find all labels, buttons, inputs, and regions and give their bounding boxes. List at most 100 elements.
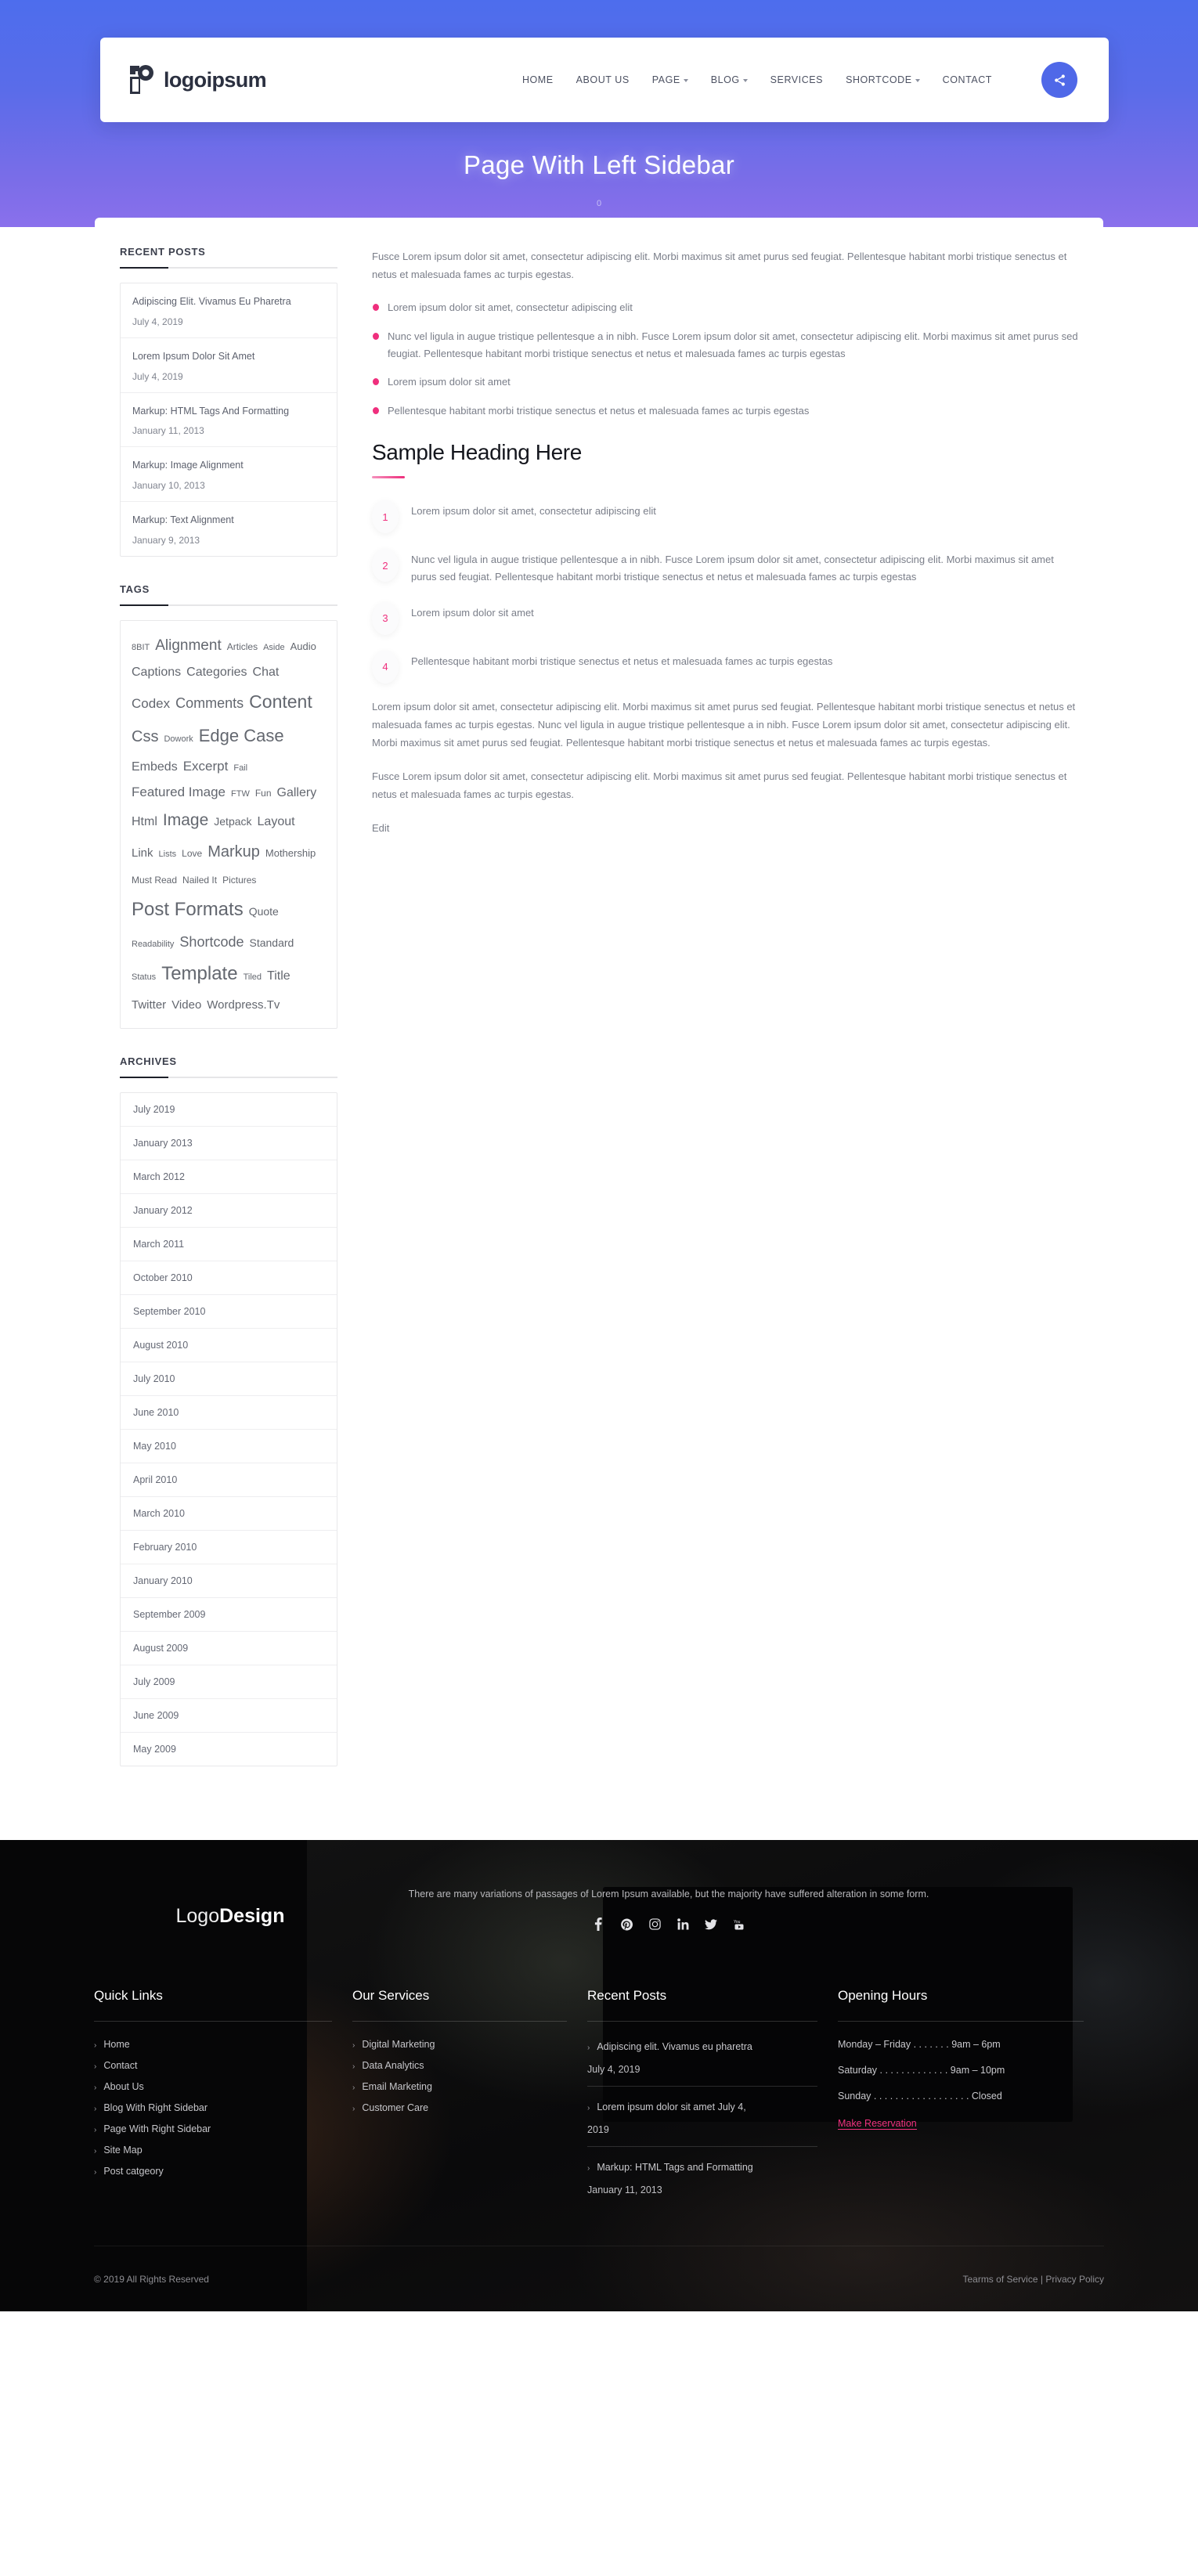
tag-link[interactable]: Lists [159,846,177,863]
list-item[interactable]: June 2009 [121,1699,337,1734]
footer-link[interactable]: › Contact [94,2060,332,2071]
tag-link[interactable]: Template [161,956,237,993]
list-item[interactable]: January 2010 [121,1564,337,1599]
list-item[interactable]: Markup: Image Alignment January 10, 2013 [121,447,337,502]
tag-link[interactable]: Standard [249,933,294,954]
footer-post-title-row[interactable]: › Markup: HTML Tags and Formatting [587,2159,817,2175]
list-item[interactable]: July 2019 [121,1093,337,1127]
footer-link[interactable]: › Home [94,2039,332,2050]
list-item[interactable]: January 2012 [121,1194,337,1228]
footer-link[interactable]: › About Us [94,2081,332,2092]
footer-link[interactable]: › Site Map [94,2145,332,2156]
tag-link[interactable]: Jetpack [214,811,251,832]
list-item[interactable]: February 2010 [121,1531,337,1565]
tag-link[interactable]: 8BIT [132,640,150,656]
tag-link[interactable]: Tiled [244,969,262,986]
share-button[interactable] [1041,62,1077,98]
list-item[interactable]: October 2010 [121,1261,337,1296]
list-item[interactable]: March 2010 [121,1497,337,1532]
tag-link[interactable]: Edge Case [199,720,284,753]
list-item[interactable]: August 2010 [121,1329,337,1363]
tag-link[interactable]: Title [267,964,290,988]
footer-post-title-row[interactable]: › Lorem ipsum dolor sit amet July 4, [587,2099,817,2115]
list-item[interactable]: June 2010 [121,1396,337,1431]
tag-link[interactable]: Love [182,845,202,863]
footer-link[interactable]: › Page With Right Sidebar [94,2123,332,2134]
nav-item-page[interactable]: PAGE [652,74,688,85]
tag-link[interactable]: Comments [175,690,244,717]
twitter-icon[interactable] [705,1917,718,1932]
brand-logo[interactable]: logoipsum [128,64,267,96]
nav-item-contact[interactable]: CONTACT [943,74,992,85]
youtube-icon[interactable]: You [733,1917,746,1932]
nav-item-about-us[interactable]: ABOUT US [576,74,630,85]
list-item[interactable]: Adipiscing Elit. Vivamus Eu Pharetra Jul… [121,283,337,338]
tag-link[interactable]: Aside [263,640,285,656]
tag-link[interactable]: Html [132,810,157,834]
list-item[interactable]: March 2012 [121,1160,337,1195]
nav-item-services[interactable]: SERVICES [770,74,823,85]
tag-link[interactable]: Image [163,805,208,837]
tag-link[interactable]: Readability [132,936,174,953]
list-item[interactable]: Lorem Ipsum Dolor Sit Amet July 4, 2019 [121,338,337,393]
tag-link[interactable]: Twitter [132,994,166,1016]
list-item[interactable]: April 2010 [121,1463,337,1498]
tag-link[interactable]: Codex [132,691,170,716]
tag-link[interactable]: Captions [132,660,181,684]
tag-link[interactable]: Css [132,722,158,752]
tag-link[interactable]: Nailed It [182,871,217,889]
tag-link[interactable]: Categories [186,660,247,684]
linkedin-icon[interactable] [677,1917,690,1932]
list-item[interactable]: March 2011 [121,1228,337,1262]
tag-link[interactable]: Articles [227,638,258,656]
terms-of-service-link[interactable]: Tearms of Service [962,2274,1037,2285]
nav-item-blog[interactable]: BLOG [711,74,748,85]
tag-link[interactable]: Fun [255,785,272,803]
instagram-icon[interactable] [648,1917,662,1932]
tag-link[interactable]: Markup [207,837,260,868]
list-item[interactable]: Markup: HTML Tags And Formatting January… [121,393,337,448]
tag-link[interactable]: Status [132,969,156,986]
tag-link[interactable]: Embeds [132,755,178,779]
list-item[interactable]: July 2009 [121,1665,337,1700]
tag-link[interactable]: Layout [258,810,295,834]
list-item[interactable]: September 2010 [121,1295,337,1329]
nav-item-shortcode[interactable]: SHORTCODE [846,74,920,85]
tag-link[interactable]: Must Read [132,871,177,889]
footer-link[interactable]: › Data Analytics [352,2060,567,2071]
tag-link[interactable]: Video [171,994,201,1016]
tag-link[interactable]: Fail [233,760,247,777]
list-item[interactable]: January 2013 [121,1127,337,1161]
tag-link[interactable]: Wordpress.Tv [207,994,280,1016]
list-item[interactable]: July 2010 [121,1362,337,1397]
pinterest-icon[interactable] [620,1917,633,1932]
footer-link[interactable]: › Email Marketing [352,2081,567,2092]
tag-link[interactable]: Audio [290,637,316,656]
facebook-icon[interactable] [592,1917,605,1932]
list-item[interactable]: September 2009 [121,1598,337,1633]
tag-link[interactable]: Chat [253,660,280,684]
privacy-policy-link[interactable]: Privacy Policy [1045,2274,1104,2285]
tag-link[interactable]: Pictures [222,871,256,889]
make-reservation-link[interactable]: Make Reservation [838,2118,917,2130]
tag-link[interactable]: Gallery [277,781,317,805]
tag-link[interactable]: Alignment [155,631,222,660]
footer-logo[interactable]: LogoDesign [94,1892,366,1928]
list-item[interactable]: May 2010 [121,1430,337,1464]
footer-post-title-row[interactable]: › Adipiscing elit. Vivamus eu pharetra [587,2039,817,2055]
tag-link[interactable]: Content [249,684,312,720]
tag-link[interactable]: Shortcode [179,929,244,956]
list-item[interactable]: May 2009 [121,1733,337,1766]
tag-link[interactable]: Link [132,842,153,864]
tag-link[interactable]: Quote [249,901,279,922]
tag-link[interactable]: FTW [231,786,250,803]
footer-link[interactable]: › Customer Care [352,2102,567,2113]
tag-link[interactable]: Featured Image [132,779,226,805]
footer-link[interactable]: › Blog With Right Sidebar [94,2102,332,2113]
tag-link[interactable]: Mothership [265,843,316,863]
footer-link[interactable]: › Post catgeory [94,2166,332,2177]
list-item[interactable]: August 2009 [121,1632,337,1666]
tag-link[interactable]: Excerpt [183,753,229,779]
tag-link[interactable]: Post Formats [132,892,244,929]
nav-item-home[interactable]: HOME [522,74,554,85]
